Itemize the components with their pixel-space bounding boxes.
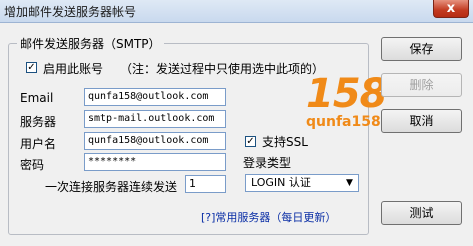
login-type-label: 登录类型 bbox=[243, 156, 292, 170]
cancel-button[interactable]: 取消 bbox=[381, 109, 462, 133]
save-button[interactable]: 保存 bbox=[381, 37, 462, 61]
delete-button[interactable]: 删除 bbox=[381, 73, 462, 97]
username-field[interactable]: qunfa158@outlook.com bbox=[84, 132, 226, 150]
enable-account-checkbox[interactable]: ✓ bbox=[26, 62, 37, 73]
send-count-field[interactable]: 1 bbox=[185, 175, 226, 193]
login-type-value: LOGIN 认证 bbox=[251, 176, 311, 189]
password-field[interactable]: ******** bbox=[84, 153, 226, 171]
email-field[interactable]: qunfa158@outlook.com bbox=[84, 88, 226, 106]
password-label: 密码 bbox=[20, 158, 45, 172]
checkmark-icon: ✓ bbox=[246, 136, 255, 147]
enable-account-label: 启用此账号 bbox=[43, 62, 104, 76]
username-label: 用户名 bbox=[20, 137, 57, 151]
close-button[interactable]: x bbox=[433, 0, 469, 18]
server-field[interactable]: smtp-mail.outlook.com bbox=[84, 110, 226, 128]
close-icon: x bbox=[446, 1, 456, 16]
enable-note: （注：发送过程中只使用选中此项的） bbox=[120, 62, 325, 76]
group-title: 邮件发送服务器（SMTP） bbox=[17, 35, 164, 52]
send-count-label: 一次连接服务器连续发送 bbox=[45, 180, 178, 194]
ssl-checkbox[interactable]: ✓ bbox=[245, 136, 256, 147]
email-label: Email bbox=[20, 91, 54, 105]
qunfa158-logo-text: qunfa158 bbox=[306, 114, 381, 130]
qunfa158-logo-number: 158 bbox=[306, 71, 387, 117]
ssl-label: 支持SSL bbox=[262, 135, 308, 149]
common-servers-link[interactable]: [?]常用服务器（每日更新） bbox=[201, 209, 336, 225]
title-bar: 增加邮件发送服务器帐号 x bbox=[0, 0, 473, 23]
server-label: 服务器 bbox=[20, 115, 57, 129]
test-button[interactable]: 测试 bbox=[381, 201, 462, 225]
dropdown-arrow-icon: ▼ bbox=[346, 178, 353, 188]
login-type-select[interactable]: LOGIN 认证 ▼ bbox=[245, 174, 359, 192]
checkmark-icon: ✓ bbox=[27, 62, 36, 73]
window-title: 增加邮件发送服务器帐号 bbox=[4, 5, 137, 19]
